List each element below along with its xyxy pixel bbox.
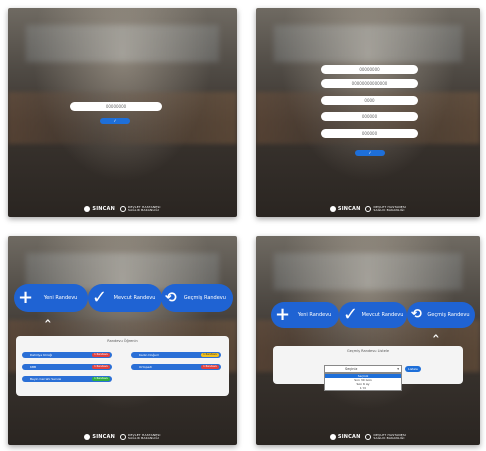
plus-icon: + <box>18 287 34 308</box>
tc-number-field[interactable]: 00000000 <box>70 102 162 111</box>
check-icon: ✓ <box>343 304 359 325</box>
reg-field-2[interactable]: 00000000000000 <box>321 79 418 88</box>
footer-logo: SINCAN DEVLET HASTANESI SAĞLIK BAKANLIĞI <box>256 433 480 441</box>
footer-logo: SINCAN DEVLET HASTANESI SAĞLIK BAKANLIĞI <box>8 433 237 441</box>
current-appointment-button[interactable]: ✓ Mevcut Randevu <box>339 302 407 328</box>
footer-logo: SINCAN DEVLET HASTANESI SAĞLIK BAKANLIĞI <box>256 205 480 213</box>
ministry-logo-icon <box>365 433 372 440</box>
sincan-logo-icon <box>329 205 336 212</box>
dept-item[interactable]: Beyin Cerrahi Servisi 1 Randevu <box>22 376 112 382</box>
sincan-logo-icon <box>84 433 91 440</box>
plus-icon: + <box>275 304 291 325</box>
main-menu-panel: + Yeni Randevu ✓ Mevcut Randevu ⟲ Geçmiş… <box>8 236 237 445</box>
history-icon: ⟲ <box>411 307 422 322</box>
chevron-down-icon: ▾ <box>397 367 399 371</box>
card-title: Randevu Öğrenin <box>107 339 138 343</box>
status-badge: 1 Randevu <box>92 365 110 369</box>
reg-field-1[interactable]: 00000000 <box>321 65 418 74</box>
status-badge: 1 Randevu <box>201 353 219 357</box>
status-badge: 1 Randevu <box>92 377 110 381</box>
status-badge: 1 Randevu <box>201 365 219 369</box>
list-button[interactable]: Listele <box>405 366 421 372</box>
reg-submit-button[interactable]: ✓ <box>355 150 385 156</box>
dropdown-option[interactable]: 1 Yıl <box>325 386 401 390</box>
login-screen-panel: 00000000 ✓ SINCAN DEVLET HASTANESI SAĞLIK … <box>8 8 237 217</box>
past-appointment-button[interactable]: ⟲ Geçmiş Randevu <box>407 302 475 328</box>
period-select[interactable]: Seçiniz ▾ <box>324 365 402 373</box>
new-appointment-button[interactable]: + Yeni Randevu <box>14 284 88 312</box>
current-appointments-card: Randevu Öğrenin Dahiliye Kliniği 1 Randev… <box>16 336 229 396</box>
card-title: Geçmiş Randevu Listele <box>347 349 389 353</box>
sincan-logo-icon <box>329 433 336 440</box>
current-appointment-button[interactable]: ✓ Mevcut Randevu <box>88 284 162 312</box>
reg-field-5[interactable]: 000000 <box>321 129 418 138</box>
history-icon: ⟲ <box>165 290 177 306</box>
footer-logo: SINCAN DEVLET HASTANESI SAĞLIK BAKANLIĞI <box>8 205 237 213</box>
reg-field-4[interactable]: 000000 <box>321 112 418 121</box>
registration-screen-panel: 00000000 00000000000000 0000 000000 0000… <box>256 8 480 217</box>
period-dropdown-list[interactable]: Seçiniz Son 30 Gün Son 6 Ay 1 Yıl <box>324 373 402 391</box>
ministry-logo-icon <box>365 205 372 212</box>
check-icon: ✓ <box>92 287 108 308</box>
past-appointments-panel: + Yeni Randevu ✓ Mevcut Randevu ⟲ Geçmiş… <box>256 236 480 445</box>
dept-item[interactable]: KBB 1 Randevu <box>22 364 112 370</box>
chevron-up-icon[interactable]: › <box>428 334 442 339</box>
ministry-logo-icon <box>119 205 126 212</box>
dept-item[interactable]: Dahiliye Kliniği 1 Randevu <box>22 352 112 358</box>
dept-item[interactable]: Kadın Doğum 1 Randevu <box>131 352 221 358</box>
reg-field-3[interactable]: 0000 <box>321 96 418 105</box>
ministry-logo-icon <box>119 433 126 440</box>
sincan-logo-icon <box>84 205 91 212</box>
chevron-up-icon[interactable]: › <box>40 319 54 324</box>
status-badge: 1 Randevu <box>92 353 110 357</box>
dept-item[interactable]: Ortopedi 1 Randevu <box>131 364 221 370</box>
login-submit-button[interactable]: ✓ <box>100 118 130 124</box>
new-appointment-button[interactable]: + Yeni Randevu <box>271 302 339 328</box>
past-appointment-button[interactable]: ⟲ Geçmiş Randevu <box>161 284 233 312</box>
